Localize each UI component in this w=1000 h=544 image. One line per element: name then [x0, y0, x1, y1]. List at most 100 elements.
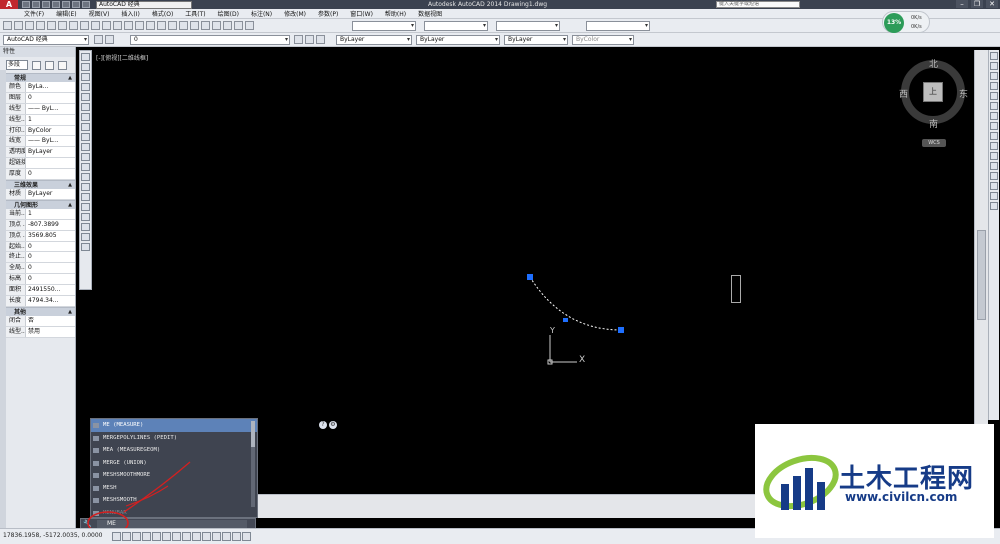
- rotate-icon[interactable]: [990, 112, 998, 120]
- palette-side-strip[interactable]: [0, 70, 6, 528]
- autocomplete-scrollbar[interactable]: [251, 421, 255, 507]
- minimize-button[interactable]: –: [956, 0, 968, 8]
- autocomplete-item[interactable]: MERGE (UNION): [91, 457, 257, 470]
- property-row[interactable]: 线型... 禁用: [6, 326, 75, 338]
- scale-icon[interactable]: [990, 122, 998, 130]
- polygon-icon[interactable]: [81, 83, 90, 91]
- menu-format[interactable]: 格式(O): [152, 9, 173, 18]
- tool-palette-icon[interactable]: [201, 21, 210, 30]
- otrack-icon[interactable]: [182, 532, 191, 541]
- workspace-switcher[interactable]: AutoCAD 经典: [96, 0, 192, 9]
- print-icon[interactable]: [62, 1, 70, 8]
- select-objects-icon[interactable]: [45, 60, 54, 70]
- restore-button[interactable]: ❐: [971, 0, 983, 8]
- property-value[interactable]: 3569.805: [26, 230, 75, 241]
- zoom-previous-icon[interactable]: [168, 21, 177, 30]
- property-value[interactable]: -807.3899: [26, 219, 75, 230]
- help-icon[interactable]: ?: [319, 421, 327, 429]
- menu-tools[interactable]: 工具(T): [185, 9, 205, 18]
- menu-view[interactable]: 视图(V): [89, 9, 110, 18]
- autocomplete-item[interactable]: MESHSMOOTH: [91, 494, 257, 507]
- make-block-icon[interactable]: [81, 173, 90, 181]
- property-row[interactable]: 顶点 ...3569.805: [6, 230, 75, 242]
- workspace-combo[interactable]: AutoCAD 经典: [3, 35, 89, 45]
- paste-icon[interactable]: [91, 21, 100, 30]
- menu-dataview[interactable]: 数据视图: [418, 9, 442, 18]
- property-row[interactable]: 颜色 ByLa...: [6, 82, 75, 93]
- dim-style-combo[interactable]: [424, 21, 488, 31]
- autocomplete-item[interactable]: ME (MEASURE): [91, 419, 257, 432]
- zoom-realtime-icon[interactable]: [146, 21, 155, 30]
- property-value[interactable]: ByColor: [26, 125, 75, 136]
- cut-icon[interactable]: [69, 21, 78, 30]
- make-current-icon[interactable]: [294, 35, 303, 44]
- property-row[interactable]: 全局... 0: [6, 263, 75, 275]
- copy-icon[interactable]: [80, 21, 89, 30]
- lineweight-combo[interactable]: ByLayer: [504, 35, 568, 45]
- property-value[interactable]: 0: [26, 92, 75, 103]
- menu-file[interactable]: 文件(F): [24, 9, 44, 18]
- property-value[interactable]: [26, 158, 75, 169]
- markup-icon[interactable]: [223, 21, 232, 30]
- vertical-scroll-thumb[interactable]: [977, 230, 986, 320]
- command-input[interactable]: ME: [97, 520, 247, 528]
- property-value[interactable]: 0: [26, 252, 75, 263]
- layer-state-icon[interactable]: [316, 35, 325, 44]
- new-icon[interactable]: [22, 1, 30, 8]
- property-value[interactable]: 0: [26, 274, 75, 285]
- menu-insert[interactable]: 插入(I): [121, 9, 139, 18]
- selected-arc[interactable]: [529, 276, 622, 331]
- mirror-icon[interactable]: [990, 72, 998, 80]
- property-section-title[interactable]: 几何图形: [6, 199, 75, 210]
- line-icon[interactable]: [81, 53, 90, 61]
- autocad-logo-icon[interactable]: A: [0, 0, 18, 9]
- dyn-icon[interactable]: [202, 532, 211, 541]
- property-row[interactable]: 打印... ByColor: [6, 125, 75, 137]
- trim-icon[interactable]: [990, 142, 998, 150]
- object-type-select[interactable]: 多段: [6, 60, 28, 70]
- preview-icon[interactable]: [47, 21, 56, 30]
- menu-modify[interactable]: 修改(M): [284, 9, 306, 18]
- property-row[interactable]: 线型... 1: [6, 114, 75, 126]
- polar-icon[interactable]: [152, 532, 161, 541]
- property-value[interactable]: 禁用: [26, 326, 75, 337]
- property-row[interactable]: 闭合否: [6, 315, 75, 327]
- menu-draw[interactable]: 绘图(D): [218, 9, 239, 18]
- multileader-style-combo[interactable]: [586, 21, 650, 31]
- print-icon[interactable]: [36, 21, 45, 30]
- array-icon[interactable]: [990, 92, 998, 100]
- region-icon[interactable]: [81, 213, 90, 221]
- move-icon[interactable]: [990, 102, 998, 110]
- property-section-title[interactable]: 常规: [6, 73, 75, 83]
- property-row[interactable]: 起始... 0: [6, 241, 75, 253]
- add-selected-icon[interactable]: [81, 243, 90, 251]
- linetype-combo[interactable]: ByLayer: [416, 35, 500, 45]
- open-icon[interactable]: [14, 21, 23, 30]
- property-row[interactable]: 透明度 ByLayer: [6, 147, 75, 159]
- ellipse-arc-icon[interactable]: [81, 153, 90, 161]
- close-button[interactable]: ✕: [986, 0, 998, 8]
- chamfer-icon[interactable]: [990, 182, 998, 190]
- settings-icon[interactable]: [94, 35, 103, 44]
- revcloud-icon[interactable]: [81, 123, 90, 131]
- property-row[interactable]: 图层 0: [6, 92, 75, 104]
- menu-parametric[interactable]: 参数(P): [318, 9, 338, 18]
- spline-icon[interactable]: [81, 133, 90, 141]
- network-speed-widget[interactable]: 13% 0K/s 0K/s: [882, 11, 930, 33]
- sheet-set-icon[interactable]: [212, 21, 221, 30]
- 3d-osnap-icon[interactable]: [172, 532, 181, 541]
- ducs-icon[interactable]: [192, 532, 201, 541]
- ortho-icon[interactable]: [142, 532, 151, 541]
- osnap-icon[interactable]: [162, 532, 171, 541]
- property-row[interactable]: 终止... 0: [6, 252, 75, 264]
- stretch-icon[interactable]: [990, 132, 998, 140]
- arc-icon[interactable]: [81, 103, 90, 111]
- new-icon[interactable]: [3, 21, 12, 30]
- property-value[interactable]: 1: [26, 114, 75, 125]
- design-center-icon[interactable]: [190, 21, 199, 30]
- toggle-pickadd-icon[interactable]: [32, 60, 41, 70]
- wrench-icon[interactable]: 🔧: [83, 520, 92, 528]
- explode-icon[interactable]: [990, 202, 998, 210]
- zoom-window-icon[interactable]: [157, 21, 166, 30]
- color-combo[interactable]: ByLayer: [336, 35, 412, 45]
